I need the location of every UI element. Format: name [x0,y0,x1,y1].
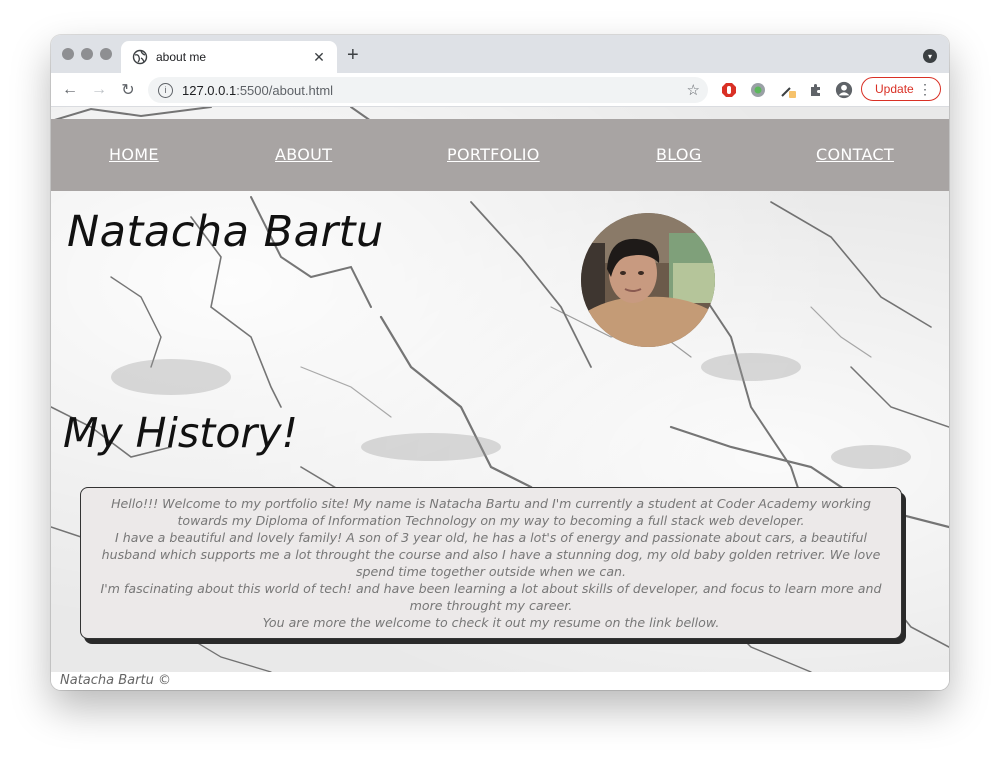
tab-strip: about me ✕ + ▾ [51,35,949,73]
globe-icon [132,49,148,65]
window-controls [62,48,112,60]
nav-link-home[interactable]: HOME [109,145,159,164]
url-path: :5500/about.html [236,82,334,98]
eyedropper-extension-icon[interactable] [779,81,797,99]
maximize-window-button[interactable] [100,48,112,60]
back-icon[interactable]: ← [60,80,80,100]
profile-icon[interactable] [835,81,853,99]
plus-icon[interactable]: + [347,45,359,65]
history-heading: My History! [63,409,298,457]
nav-link-blog[interactable]: BLOG [656,145,702,164]
bio-paragraph: I'm fascinating about this world of tech… [100,581,882,613]
minimize-window-button[interactable] [81,48,93,60]
close-window-button[interactable] [62,48,74,60]
site-navbar: HOME ABOUT PORTFOLIO BLOG CONTACT [51,119,949,191]
kebab-icon[interactable]: ⋮ [918,81,932,98]
avatar [581,213,715,347]
adblock-extension-icon[interactable] [720,81,738,99]
nav-link-contact[interactable]: CONTACT [816,145,894,164]
address-bar[interactable]: i 127.0.0.1 :5500/about.html ☆ [148,77,708,103]
browser-toolbar: ← → ↻ i 127.0.0.1 :5500/about.html ☆ Upd… [51,73,949,107]
bio-paragraph: Hello!!! Welcome to my portfolio site! M… [111,496,871,528]
nav-link-about[interactable]: ABOUT [275,145,332,164]
puzzle-extensions-icon[interactable] [807,81,825,99]
browser-window: about me ✕ + ▾ ← → ↻ i 127.0.0.1 :5500/a… [51,35,949,690]
url-host: 127.0.0.1 [182,82,237,98]
close-icon[interactable]: ✕ [311,49,327,65]
nav-link-portfolio[interactable]: PORTFOLIO [447,145,540,164]
bio-card: Hello!!! Welcome to my portfolio site! M… [80,487,902,639]
star-icon[interactable]: ☆ [687,81,700,99]
forward-icon[interactable]: → [89,80,109,100]
reload-icon[interactable]: ↻ [118,80,138,100]
bio-paragraph: I have a beautiful and lovely family! A … [101,530,881,579]
update-label: Update [875,82,914,96]
tab-search-icon[interactable]: ▾ [923,49,937,63]
tab-title: about me [156,50,207,64]
page-title: Natacha Bartu [67,207,384,257]
footer-text: Natacha Bartu © [60,673,171,688]
info-icon[interactable]: i [158,82,173,98]
tab-about-me[interactable]: about me ✕ [121,41,337,73]
page-viewport: HOME ABOUT PORTFOLIO BLOG CONTACT Natach… [51,107,949,690]
update-button[interactable]: Update ⋮ [861,77,941,101]
green-extension-icon[interactable] [749,81,767,99]
site-footer: Natacha Bartu © [51,672,949,690]
bio-paragraph: You are more the welcome to check it out… [262,615,720,630]
